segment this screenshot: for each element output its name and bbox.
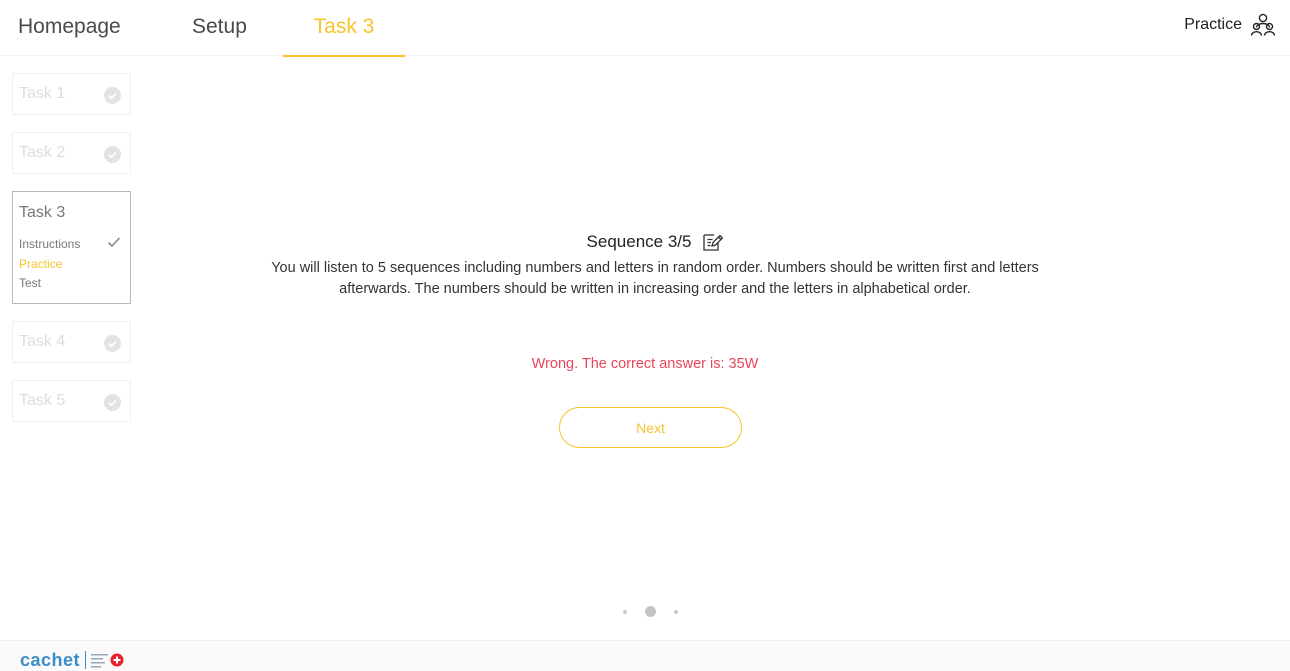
tab-task-3[interactable]: Task 3 [283, 0, 405, 57]
tab-setup[interactable]: Setup [192, 0, 258, 56]
checkmark-icon [107, 237, 121, 248]
sidebar-task-1[interactable]: Task 1 [12, 73, 131, 115]
check-circle-icon [104, 146, 121, 163]
partner-logo-icon [91, 653, 124, 668]
task-label: Task 1 [19, 85, 66, 102]
instructions-line-1: You will listen to 5 sequences including… [271, 260, 1039, 276]
page-dot-1[interactable] [623, 610, 627, 614]
tab-homepage[interactable]: Homepage [18, 0, 142, 56]
next-button[interactable]: Next [559, 407, 742, 448]
task-sidebar: Task 1 Task 2 Task 3 Instructions Practi… [12, 73, 131, 439]
check-circle-icon [104, 87, 121, 104]
task-label: Task 2 [19, 144, 66, 161]
check-circle-icon [104, 394, 121, 411]
task-label: Task 3 [19, 204, 66, 221]
sequence-title: Sequence 3/5 [586, 232, 692, 251]
step-practice[interactable]: Practice [19, 257, 62, 271]
user-group-icon [1250, 13, 1276, 36]
logo-divider [85, 651, 87, 669]
mode-label: Practice [1184, 16, 1242, 33]
cachet-logo: cachet [20, 650, 125, 670]
sidebar-task-5[interactable]: Task 5 [12, 380, 131, 422]
task-label: Task 4 [19, 333, 66, 350]
footer: cachet [0, 640, 1290, 671]
task-label: Task 5 [19, 392, 66, 409]
mode-indicator[interactable]: Practice [1184, 0, 1276, 50]
active-tab-underline [283, 55, 405, 57]
sidebar-task-2[interactable]: Task 2 [12, 132, 131, 174]
check-circle-icon [104, 335, 121, 352]
logo-text: cachet [20, 650, 81, 670]
step-instructions[interactable]: Instructions [19, 237, 80, 251]
instructions-text: You will listen to 5 sequences including… [180, 258, 1130, 300]
sidebar-task-4[interactable]: Task 4 [12, 321, 131, 363]
sequence-header: Sequence 3/5 [180, 228, 1130, 256]
edit-note-icon [703, 234, 724, 251]
step-test[interactable]: Test [19, 276, 41, 290]
feedback-message: Wrong. The correct answer is: 35W [531, 356, 759, 372]
sidebar-task-3[interactable]: Task 3 Instructions Practice Test [12, 191, 131, 304]
tab-task-3-label: Task 3 [313, 15, 375, 38]
main-content: Sequence 3/5 You will listen to 5 sequen… [180, 228, 1130, 300]
page-dot-3[interactable] [674, 610, 678, 614]
instructions-line-2: afterwards. The numbers should be writte… [339, 281, 971, 297]
page-dot-2-active[interactable] [645, 606, 656, 617]
page-indicator [620, 606, 680, 618]
top-navigation: Homepage Setup Task 3 Practice [0, 0, 1290, 57]
